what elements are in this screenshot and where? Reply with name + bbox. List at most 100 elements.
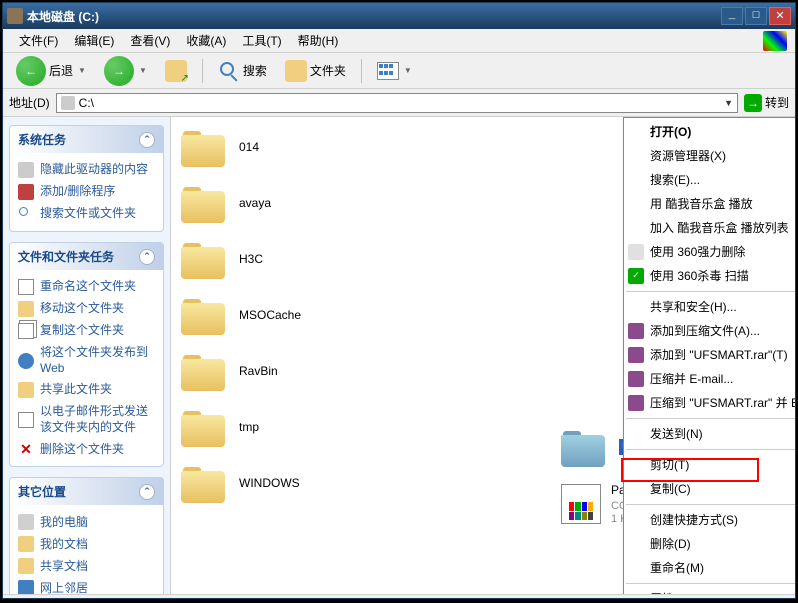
address-dropdown-icon[interactable]: ▼ (724, 98, 733, 108)
publish-icon (18, 353, 34, 369)
ctx-send-to[interactable]: 发送到(N) (624, 422, 795, 446)
other-places-panel: 其它位置 ⌃ 我的电脑 我的文档 共享文档 网上邻居 (9, 477, 164, 594)
system-tasks-header[interactable]: 系统任务 ⌃ (10, 126, 163, 153)
sidebar-item-move[interactable]: 移动这个文件夹 (18, 298, 155, 320)
ctx-cut[interactable]: 剪切(T) (624, 453, 795, 477)
address-input[interactable] (79, 96, 720, 110)
menu-edit[interactable]: 编辑(E) (66, 29, 122, 52)
sidebar-item-label: 隐藏此驱动器的内容 (40, 162, 148, 178)
ctx-add-compress[interactable]: 添加到压缩文件(A)... (624, 319, 795, 343)
ctx-share-security[interactable]: 共享和安全(H)... (624, 295, 795, 319)
ctx-add-rar[interactable]: 添加到 "UFSMART.rar"(T) (624, 343, 795, 367)
ctx-create-shortcut[interactable]: 创建快捷方式(S) (624, 508, 795, 532)
sidebar-item-publish[interactable]: 将这个文件夹发布到 Web (18, 342, 155, 379)
folders-icon (285, 60, 307, 82)
maximize-button[interactable]: □ (745, 7, 767, 25)
address-input-wrap[interactable]: ▼ (56, 93, 738, 113)
ctx-compress-rar-email[interactable]: 压缩到 "UFSMART.rar" 并 E-mail (624, 391, 795, 415)
sidebar-item-share[interactable]: 共享此文件夹 (18, 379, 155, 401)
sidebar-item-shared-docs[interactable]: 共享文档 (18, 555, 155, 577)
ctx-separator (626, 291, 795, 292)
ctx-force-delete[interactable]: 使用 360强力删除 (624, 240, 795, 264)
folder-icon (181, 295, 229, 335)
documents-icon (18, 536, 34, 552)
menu-file[interactable]: 文件(F) (11, 29, 66, 52)
folder-label: avaya (239, 196, 271, 210)
file-column-1: 014 avaya H3C MSOCache RavBin tmp WINDOW… (181, 127, 301, 584)
up-button[interactable] (158, 57, 194, 85)
minimize-button[interactable]: _ (721, 7, 743, 25)
sidebar-item-rename[interactable]: 重命名这个文件夹 (18, 276, 155, 298)
views-button[interactable]: ▼ (370, 59, 419, 83)
config-file-icon (561, 484, 601, 524)
back-dropdown-icon: ▼ (78, 66, 86, 75)
go-button[interactable]: → 转到 (744, 94, 789, 112)
ctx-virus-scan[interactable]: ✓使用 360杀毒 扫描 (624, 264, 795, 288)
ctx-explorer[interactable]: 资源管理器(X) (624, 144, 795, 168)
sidebar-item-copy[interactable]: 复制这个文件夹 (18, 320, 155, 342)
ctx-separator (626, 418, 795, 419)
ctx-rename[interactable]: 重命名(M) (624, 556, 795, 580)
file-list[interactable]: 014 avaya H3C MSOCache RavBin tmp WINDOW… (171, 117, 795, 594)
folder-item[interactable]: RavBin (181, 351, 301, 391)
folder-item[interactable]: 014 (181, 127, 301, 167)
sidebar-item-label: 重命名这个文件夹 (40, 279, 136, 295)
forward-button[interactable]: → ▼ (97, 53, 154, 89)
ctx-kuwo-add[interactable]: 加入 酷我音乐盒 播放列表 (624, 216, 795, 240)
folders-button[interactable]: 文件夹 (278, 57, 353, 85)
menu-tools[interactable]: 工具(T) (234, 29, 289, 52)
ctx-open[interactable]: 打开(O) (624, 120, 795, 144)
panel-title: 系统任务 (18, 131, 66, 148)
address-label: 地址(D) (9, 94, 50, 111)
rar-icon (628, 323, 644, 339)
folder-item[interactable]: H3C (181, 239, 301, 279)
sidebar-item-my-docs[interactable]: 我的文档 (18, 533, 155, 555)
ctx-copy[interactable]: 复制(C) (624, 477, 795, 501)
sidebar-item-hide-drive[interactable]: 隐藏此驱动器的内容 (18, 159, 155, 181)
collapse-icon: ⌃ (139, 484, 155, 500)
sidebar: 系统任务 ⌃ 隐藏此驱动器的内容 添加/删除程序 搜索文件或文件夹 文件和文件夹… (3, 117, 171, 594)
sidebar-item-add-remove[interactable]: 添加/删除程序 (18, 181, 155, 203)
search-button[interactable]: 搜索 (211, 57, 274, 85)
file-tasks-header[interactable]: 文件和文件夹任务 ⌃ (10, 243, 163, 270)
shield-icon: ✓ (628, 268, 644, 284)
folder-icon (181, 463, 229, 503)
ctx-delete[interactable]: 删除(D) (624, 532, 795, 556)
add-remove-icon (18, 184, 34, 200)
drive-icon (18, 162, 34, 178)
folder-item[interactable]: avaya (181, 183, 301, 223)
folder-item[interactable]: WINDOWS (181, 463, 301, 503)
folder-item[interactable]: MSOCache (181, 295, 301, 335)
menu-favorites[interactable]: 收藏(A) (178, 29, 234, 52)
folder-label: RavBin (239, 364, 278, 378)
ctx-separator (626, 449, 795, 450)
up-folder-icon (165, 60, 187, 82)
back-arrow-icon: ← (16, 56, 46, 86)
close-button[interactable]: ✕ (769, 7, 791, 25)
sidebar-item-network[interactable]: 网上邻居 (18, 577, 155, 594)
go-arrow-icon: → (744, 94, 762, 112)
sidebar-item-label: 共享文档 (40, 559, 88, 575)
ctx-compress-email[interactable]: 压缩并 E-mail... (624, 367, 795, 391)
toolbar-separator (202, 59, 203, 83)
sidebar-item-search-files[interactable]: 搜索文件或文件夹 (18, 203, 155, 225)
context-menu: 打开(O) 资源管理器(X) 搜索(E)... 用 酷我音乐盒 播放 加入 酷我… (623, 117, 795, 594)
sidebar-item-email[interactable]: 以电子邮件形式发送该文件夹内的文件 (18, 401, 155, 438)
back-label: 后退 (49, 62, 73, 79)
other-places-header[interactable]: 其它位置 ⌃ (10, 478, 163, 505)
menu-view[interactable]: 查看(V) (122, 29, 178, 52)
ctx-search[interactable]: 搜索(E)... (624, 168, 795, 192)
ctx-kuwo-play[interactable]: 用 酷我音乐盒 播放 (624, 192, 795, 216)
folder-icon (181, 183, 229, 223)
menubar: 文件(F) 编辑(E) 查看(V) 收藏(A) 工具(T) 帮助(H) (3, 29, 795, 53)
rar-icon (628, 371, 644, 387)
menu-help[interactable]: 帮助(H) (290, 29, 347, 52)
ctx-properties[interactable]: 属性(R) (624, 587, 795, 594)
sidebar-item-delete[interactable]: ✕删除这个文件夹 (18, 438, 155, 460)
back-button[interactable]: ← 后退 ▼ (9, 53, 93, 89)
content-area: 系统任务 ⌃ 隐藏此驱动器的内容 添加/删除程序 搜索文件或文件夹 文件和文件夹… (3, 117, 795, 594)
drive-icon (7, 8, 23, 24)
sidebar-item-my-computer[interactable]: 我的电脑 (18, 511, 155, 533)
search-label: 搜索 (243, 62, 267, 79)
folder-item[interactable]: tmp (181, 407, 301, 447)
